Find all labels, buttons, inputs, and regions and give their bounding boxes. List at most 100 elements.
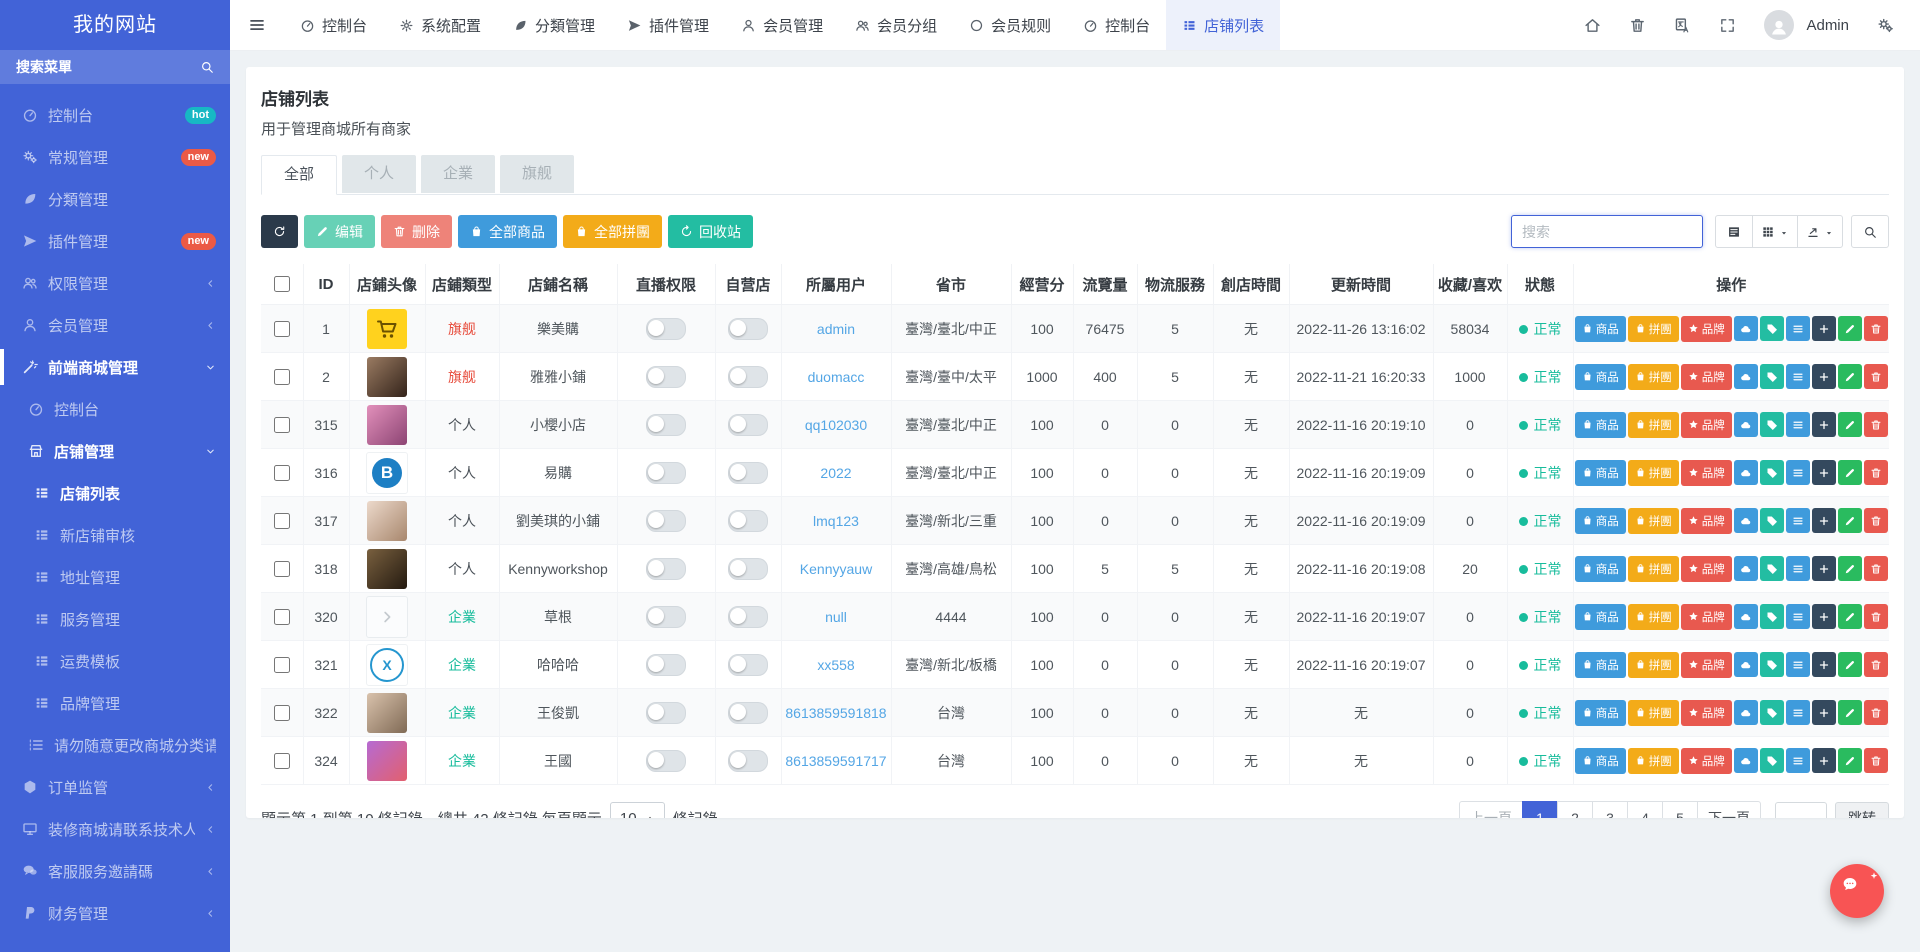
row-detail-button[interactable] — [1785, 748, 1810, 773]
edit-button[interactable]: 编辑 — [304, 215, 375, 248]
row-add-button[interactable] — [1811, 604, 1836, 629]
row-brand-button[interactable]: 品牌 — [1680, 651, 1732, 678]
sidebar-item-mall[interactable]: 前端商城管理 — [0, 346, 230, 388]
row-edit-button[interactable] — [1837, 700, 1862, 725]
row-add-button[interactable] — [1811, 316, 1836, 341]
row-add-button[interactable] — [1811, 748, 1836, 773]
user-name[interactable]: Admin — [1806, 17, 1849, 34]
row-delete-button[interactable] — [1863, 748, 1888, 773]
row-delete-button[interactable] — [1863, 700, 1888, 725]
row-cloud-button[interactable] — [1733, 364, 1758, 389]
page-jump-button[interactable]: 跳转 — [1835, 802, 1889, 818]
row-detail-button[interactable] — [1785, 364, 1810, 389]
row-goods-button[interactable]: 商品 — [1574, 507, 1626, 534]
row-brand-button[interactable]: 品牌 — [1680, 363, 1732, 390]
owner-user-link[interactable]: duomacc — [808, 369, 865, 385]
row-detail-button[interactable] — [1785, 316, 1810, 341]
page-4-button[interactable]: 4 — [1627, 801, 1663, 818]
row-groupon-button[interactable]: 拼團 — [1627, 699, 1679, 726]
owner-user-link[interactable]: Kennyyauw — [800, 561, 872, 577]
row-edit-button[interactable] — [1837, 652, 1862, 677]
live-permission-toggle[interactable] — [646, 701, 686, 724]
sidebar-item-auth[interactable]: 权限管理 — [0, 262, 230, 304]
row-detail-button[interactable] — [1785, 700, 1810, 725]
sidebar-item-shop-list[interactable]: 店铺列表 — [0, 472, 230, 514]
sidebar-item-addon[interactable]: 插件管理 new — [0, 220, 230, 262]
row-tag-button[interactable] — [1759, 700, 1784, 725]
row-tag-button[interactable] — [1759, 748, 1784, 773]
page-prev-button[interactable]: 上一頁 — [1459, 801, 1523, 818]
row-delete-button[interactable] — [1863, 316, 1888, 341]
columns-button[interactable] — [1752, 215, 1798, 248]
owner-user-link[interactable]: 2022 — [820, 465, 851, 481]
self-run-toggle[interactable] — [728, 701, 768, 724]
row-edit-button[interactable] — [1837, 748, 1862, 773]
topnav-tab-shop-list[interactable]: 店铺列表 — [1166, 0, 1281, 50]
row-brand-button[interactable]: 品牌 — [1680, 603, 1732, 630]
row-detail-button[interactable] — [1785, 508, 1810, 533]
live-permission-toggle[interactable] — [646, 461, 686, 484]
row-groupon-button[interactable]: 拼團 — [1627, 315, 1679, 342]
row-add-button[interactable] — [1811, 460, 1836, 485]
topnav-tab-sysconfig[interactable]: 系统配置 — [383, 0, 497, 50]
row-add-button[interactable] — [1811, 364, 1836, 389]
self-run-toggle[interactable] — [728, 749, 768, 772]
row-checkbox[interactable] — [274, 416, 291, 433]
row-delete-button[interactable] — [1863, 652, 1888, 677]
row-detail-button[interactable] — [1785, 604, 1810, 629]
sidebar-item-general[interactable]: 常规管理 new — [0, 136, 230, 178]
sidebar-item-freight[interactable]: 运费模板 — [0, 640, 230, 682]
row-cloud-button[interactable] — [1733, 556, 1758, 581]
topnav-tab-member[interactable]: 会员管理 — [725, 0, 839, 50]
search-button[interactable] — [1851, 215, 1889, 248]
row-checkbox[interactable] — [274, 656, 291, 673]
row-delete-button[interactable] — [1863, 412, 1888, 437]
page-1-button[interactable]: 1 — [1522, 801, 1558, 818]
row-goods-button[interactable]: 商品 — [1574, 555, 1626, 582]
select-all-checkbox[interactable] — [274, 275, 291, 292]
row-cloud-button[interactable] — [1733, 508, 1758, 533]
sidebar-item-service[interactable]: 服务管理 — [0, 598, 230, 640]
live-permission-toggle[interactable] — [646, 365, 686, 388]
row-groupon-button[interactable]: 拼團 — [1627, 651, 1679, 678]
row-add-button[interactable] — [1811, 652, 1836, 677]
sidebar-item-member[interactable]: 会员管理 — [0, 304, 230, 346]
owner-user-link[interactable]: qq102030 — [805, 417, 867, 433]
row-tag-button[interactable] — [1759, 556, 1784, 581]
refresh-button[interactable] — [261, 215, 298, 248]
row-checkbox[interactable] — [274, 368, 291, 385]
row-edit-button[interactable] — [1837, 460, 1862, 485]
sidebar-item-service-code[interactable]: 客服服务邀請碼 — [0, 850, 230, 892]
row-brand-button[interactable]: 品牌 — [1680, 747, 1732, 774]
live-permission-toggle[interactable] — [646, 653, 686, 676]
row-brand-button[interactable]: 品牌 — [1680, 507, 1732, 534]
row-cloud-button[interactable] — [1733, 700, 1758, 725]
page-3-button[interactable]: 3 — [1592, 801, 1628, 818]
row-detail-button[interactable] — [1785, 412, 1810, 437]
live-permission-toggle[interactable] — [646, 557, 686, 580]
row-detail-button[interactable] — [1785, 460, 1810, 485]
owner-user-link[interactable]: admin — [817, 321, 855, 337]
owner-user-link[interactable]: 8613859591818 — [785, 705, 886, 721]
row-cloud-button[interactable] — [1733, 316, 1758, 341]
export-button[interactable] — [1797, 215, 1843, 248]
row-cloud-button[interactable] — [1733, 604, 1758, 629]
live-permission-toggle[interactable] — [646, 605, 686, 628]
row-goods-button[interactable]: 商品 — [1574, 459, 1626, 486]
topnav-tab-addon[interactable]: 插件管理 — [611, 0, 725, 50]
sidebar-item-address[interactable]: 地址管理 — [0, 556, 230, 598]
self-run-toggle[interactable] — [728, 413, 768, 436]
row-goods-button[interactable]: 商品 — [1574, 315, 1626, 342]
row-add-button[interactable] — [1811, 700, 1836, 725]
row-cloud-button[interactable] — [1733, 412, 1758, 437]
sidebar-search[interactable]: 搜索菜單 — [0, 50, 230, 84]
page-jump-input[interactable] — [1775, 802, 1827, 818]
trash-button[interactable] — [1629, 17, 1646, 34]
fullscreen-button[interactable] — [1719, 17, 1736, 34]
sidebar-item-category[interactable]: 分類管理 — [0, 178, 230, 220]
row-checkbox[interactable] — [274, 752, 291, 769]
topnav-tab-member-group[interactable]: 会员分组 — [839, 0, 953, 50]
row-delete-button[interactable] — [1863, 508, 1888, 533]
row-edit-button[interactable] — [1837, 508, 1862, 533]
row-checkbox[interactable] — [274, 512, 291, 529]
